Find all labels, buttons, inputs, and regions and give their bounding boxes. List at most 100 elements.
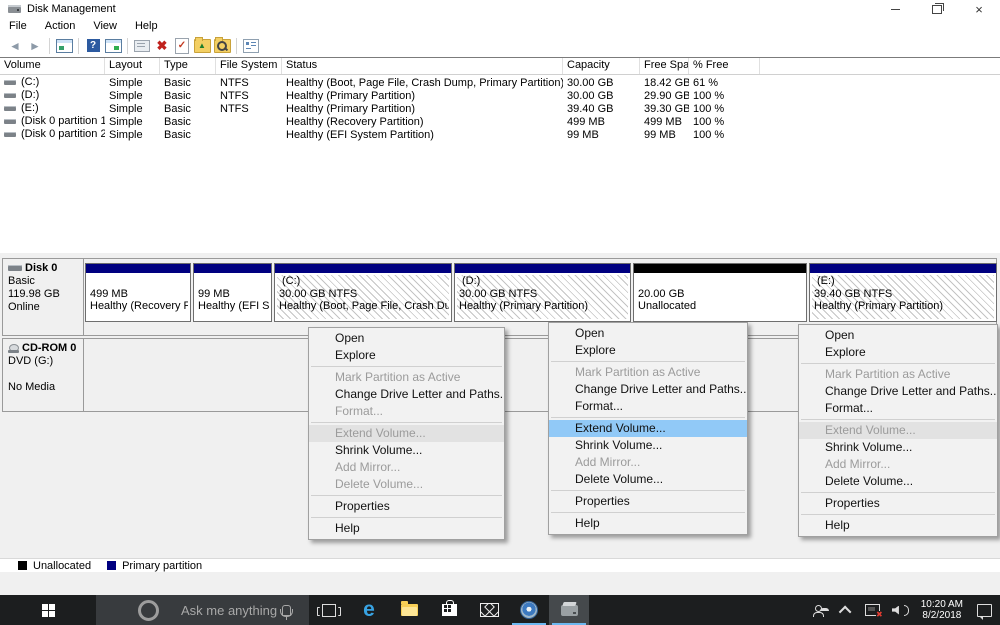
legend-swatch (107, 561, 117, 570)
column-header-free[interactable]: % Free (689, 58, 760, 74)
volume-name: (Disk 0 partition 1) (21, 115, 105, 128)
menu-item-shrink-volume[interactable]: Shrink Volume... (309, 442, 504, 459)
close-button[interactable]: × (958, 0, 1000, 18)
properties-icon[interactable] (241, 37, 261, 55)
edge-taskbar-button[interactable]: e (349, 595, 389, 625)
store-icon (441, 600, 457, 616)
partition-0[interactable]: 499 MBHealthy (Recovery Parti (85, 263, 191, 322)
volume-list: Volume Layout Type File System Status Capacit… (0, 58, 1000, 253)
clock[interactable]: 10:20 AM 8/2/2018 (921, 599, 963, 621)
delete-icon[interactable] (152, 37, 172, 55)
mail-taskbar-button[interactable] (469, 595, 509, 625)
search-input[interactable] (179, 601, 282, 619)
menu-item-properties[interactable]: Properties (309, 498, 504, 515)
cell-status: Healthy (Boot, Page File, Crash Dump, Pr… (286, 76, 563, 89)
explore-icon[interactable] (212, 36, 232, 55)
menu-item-explore[interactable]: Explore (549, 342, 747, 359)
file-explorer-taskbar-button[interactable] (389, 595, 429, 625)
close-icon: × (975, 1, 983, 17)
partition-3[interactable]: (D:) 30.00 GB NTFS Healthy (Primary Partit… (454, 263, 631, 322)
menu-item-help[interactable]: Help (549, 515, 747, 532)
menu-item-format[interactable]: Format... (799, 400, 997, 417)
menu-item-help[interactable]: Help (799, 517, 997, 534)
menu-bar: File Action View Help (0, 18, 1000, 34)
column-header-capacity[interactable]: Capacity (563, 58, 640, 74)
people-icon[interactable] (812, 604, 828, 617)
partition-line: Healthy (EFI Syst (198, 300, 269, 312)
menu-item-explore[interactable]: Explore (309, 347, 504, 364)
cdrom-label[interactable]: CD-ROM 0 DVD (G:) No Media (3, 339, 84, 411)
menu-separator (801, 363, 995, 364)
network-disconnected-icon[interactable] (864, 604, 883, 619)
menu-item-add-mirror: Add Mirror... (335, 460, 401, 474)
cell-volume: (Disk 0 partition 2) (0, 128, 105, 141)
drive-up-icon[interactable]: ▲ (192, 36, 212, 55)
menu-item-open[interactable]: Open (549, 325, 747, 342)
maximize-button[interactable] (916, 0, 958, 18)
menu-separator (801, 419, 995, 420)
microphone-icon[interactable] (280, 604, 293, 620)
show-hidden-icons-chevron[interactable] (838, 605, 852, 618)
column-header-type[interactable]: Type (160, 58, 216, 74)
toolbar-separator (78, 37, 79, 54)
menu-item-format[interactable]: Format... (549, 398, 747, 415)
menu-item-shrink-volume[interactable]: Shrink Volume... (549, 437, 747, 454)
partition-2[interactable]: (C:) 30.00 GB NTFS Healthy (Boot, Page Fil… (274, 263, 452, 322)
volume-icon[interactable] (891, 604, 921, 616)
search-box[interactable] (96, 595, 309, 625)
task-view-taskbar-button[interactable] (309, 595, 349, 625)
disk0-kind: Basic (8, 275, 35, 287)
help-icon[interactable]: ? (83, 37, 103, 55)
partition-1[interactable]: 99 MBHealthy (EFI Syst (193, 263, 272, 322)
back-icon[interactable] (5, 37, 25, 55)
menu-help[interactable]: Help (126, 18, 167, 34)
store-taskbar-button[interactable] (429, 595, 469, 625)
menu-item-open[interactable]: Open (309, 330, 504, 347)
menu-item-explore[interactable]: Explore (799, 344, 997, 361)
column-header-freespa[interactable]: Free Spa... (640, 58, 689, 74)
column-header-status[interactable]: Status (282, 58, 563, 74)
menu-item-delete-volume: Delete Volume... (335, 477, 424, 491)
popup-icon[interactable] (132, 37, 152, 55)
table-row[interactable]: (E:) Simple Basic NTFS Healthy (Primary Part… (0, 102, 1000, 115)
menu-item-change-drive-letter-and-paths[interactable]: Change Drive Letter and Paths... (549, 381, 747, 398)
column-header-volume[interactable]: Volume (0, 58, 105, 74)
menu-item-shrink-volume[interactable]: Shrink Volume... (799, 439, 997, 456)
menu-item-change-drive-letter-and-paths[interactable]: Change Drive Letter and Paths... (309, 386, 504, 403)
cell-volume: (C:) (0, 76, 105, 89)
console-icon[interactable] (54, 37, 74, 55)
menu-action[interactable]: Action (36, 18, 85, 34)
clock-time: 10:20 AM (920, 599, 963, 610)
partition-5[interactable]: (E:) 39.40 GB NTFS Healthy (Primary Partit… (809, 263, 997, 322)
task-view-icon (317, 603, 341, 617)
column-header-filesystem[interactable]: File System (216, 58, 282, 74)
menu-item-open[interactable]: Open (799, 327, 997, 344)
table-row[interactable]: (C:) Simple Basic NTFS Healthy (Boot, Page F… (0, 76, 1000, 89)
disk-management-taskbar-button[interactable] (549, 595, 589, 625)
menu-item-delete-volume[interactable]: Delete Volume... (799, 473, 997, 490)
menu-item-properties[interactable]: Properties (799, 495, 997, 512)
column-header-layout[interactable]: Layout (105, 58, 160, 74)
partition-4[interactable]: 20.00 GB Unallocated (633, 263, 807, 322)
cell-type: Basic (164, 76, 191, 89)
menu-item-properties[interactable]: Properties (549, 493, 747, 510)
table-row[interactable]: (Disk 0 partition 1) Simple Basic Healthy (… (0, 115, 1000, 128)
menu-file[interactable]: File (0, 18, 36, 34)
menu-item-extend-volume[interactable]: Extend Volume... (549, 420, 747, 437)
menu-view[interactable]: View (84, 18, 126, 34)
start-button[interactable] (0, 595, 96, 625)
table-row[interactable]: (D:) Simple Basic NTFS Healthy (Primary Part… (0, 89, 1000, 102)
forward-icon[interactable] (25, 37, 45, 55)
menu-item-delete-volume[interactable]: Delete Volume... (549, 471, 747, 488)
action-center-icon[interactable] (977, 603, 992, 620)
disk-tool-taskbar-button[interactable] (509, 595, 549, 625)
menu-item-change-drive-letter-and-paths[interactable]: Change Drive Letter and Paths... (799, 383, 997, 400)
menu-item-help[interactable]: Help (309, 520, 504, 537)
disk0-label[interactable]: Disk 0 Basic 119.98 GB Online (3, 259, 84, 335)
toolbar: ? ✓▲ (0, 34, 1000, 58)
menu-separator (311, 366, 502, 367)
console2-icon[interactable] (103, 37, 123, 55)
minimize-button[interactable] (874, 0, 916, 18)
check-doc-icon[interactable]: ✓ (172, 37, 192, 55)
table-row[interactable]: (Disk 0 partition 2) Simple Basic Healthy (… (0, 128, 1000, 141)
